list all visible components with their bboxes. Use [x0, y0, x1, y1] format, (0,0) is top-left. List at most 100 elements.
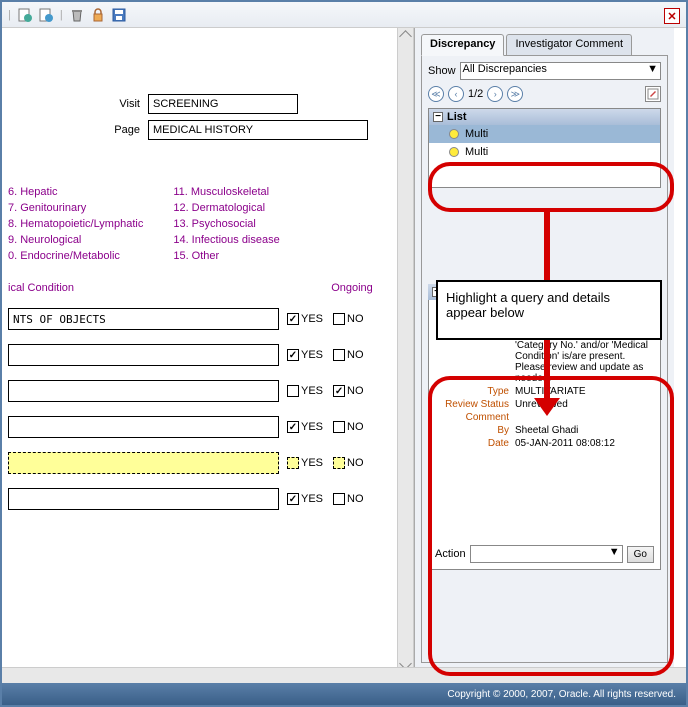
condition-item: 7. Genitourinary: [8, 202, 143, 214]
separator: |: [60, 9, 63, 21]
condition-item: 15. Other: [173, 250, 279, 262]
delete-icon[interactable]: [68, 6, 86, 24]
by-value: Sheetal Ghadi: [515, 425, 654, 436]
col-ongoing-header: Ongoing: [297, 282, 407, 294]
tab-discrepancy[interactable]: Discrepancy: [421, 34, 504, 56]
yes-checkbox[interactable]: [287, 349, 299, 361]
no-checkbox[interactable]: [333, 421, 345, 433]
no-label: NO: [347, 313, 364, 325]
yes-checkbox[interactable]: [287, 493, 299, 505]
visit-input[interactable]: [148, 94, 298, 114]
tab-body: Show All Discrepancies ▼ ≪ ‹ 1/2 › ≫ − L…: [421, 55, 668, 663]
tabs: Discrepancy Investigator Comment: [421, 34, 668, 56]
horizontal-scrollbar[interactable]: [2, 667, 686, 683]
comment-label: Comment: [435, 412, 509, 423]
first-icon[interactable]: ≪: [428, 86, 444, 102]
no-label: NO: [347, 493, 364, 505]
show-label: Show: [428, 65, 456, 77]
edit-icon[interactable]: [645, 86, 661, 102]
yes-checkbox[interactable]: [287, 421, 299, 433]
add-page-icon[interactable]: [16, 6, 34, 24]
visit-row: Visit: [8, 94, 407, 114]
list-item[interactable]: Multi: [429, 125, 660, 143]
condition-item: 12. Dermatological: [173, 202, 279, 214]
action-label: Action: [435, 548, 466, 560]
page-input[interactable]: [148, 120, 368, 140]
condition-input[interactable]: [8, 344, 279, 366]
yes-label: YES: [301, 421, 323, 433]
yes-checkbox[interactable]: [287, 385, 299, 397]
no-label: NO: [347, 457, 364, 469]
yes-checkbox[interactable]: [287, 313, 299, 325]
condition-input[interactable]: [8, 488, 279, 510]
table-row: YESNO: [8, 452, 407, 474]
toolbar: | |: [2, 2, 686, 28]
prev-icon[interactable]: ‹: [448, 86, 464, 102]
yes-no-group: YES NO: [287, 349, 407, 361]
next-icon[interactable]: ›: [487, 86, 503, 102]
annotation-text: Highlight a query and details appear bel…: [446, 290, 610, 320]
vertical-scrollbar[interactable]: [397, 28, 413, 672]
details-body: Related Values History Description'Ongoi…: [428, 300, 661, 570]
nav-row: ≪ ‹ 1/2 › ≫: [428, 86, 661, 102]
condition-item: 14. Infectious disease: [173, 234, 279, 246]
table-header: ical Condition Ongoing: [8, 282, 407, 294]
list-item[interactable]: Multi: [429, 143, 660, 161]
table-row: YESNO: [8, 380, 407, 402]
condition-list: 6. Hepatic 7. Genitourinary 8. Hematopoi…: [8, 186, 407, 262]
go-button[interactable]: Go: [627, 546, 654, 563]
save-icon[interactable]: [110, 6, 128, 24]
annotation-box: Highlight a query and details appear bel…: [436, 280, 662, 340]
action-select[interactable]: ▼: [470, 545, 623, 563]
yes-no-group: YES NO: [287, 493, 407, 505]
table-row: YES NO: [8, 416, 407, 438]
list-header-label: List: [447, 111, 467, 123]
collapse-icon[interactable]: −: [433, 112, 443, 122]
no-checkbox[interactable]: [333, 313, 345, 325]
close-icon[interactable]: ✕: [664, 8, 680, 24]
date-label: Date: [435, 438, 509, 449]
show-select-value: All Discrepancies: [463, 63, 547, 75]
condition-item: 9. Neurological: [8, 234, 143, 246]
separator: |: [8, 9, 11, 21]
no-checkbox[interactable]: [333, 493, 345, 505]
page-indicator: 1/2: [468, 88, 483, 100]
no-checkbox[interactable]: [333, 385, 345, 397]
list-box: − List Multi Multi: [428, 108, 661, 188]
no-checkbox[interactable]: [333, 349, 345, 361]
list-item-label: Multi: [465, 128, 488, 140]
comment-value: [515, 412, 654, 423]
type-label: Type: [435, 386, 509, 397]
action-row: Action ▼ Go: [435, 545, 654, 563]
yes-no-group: YESNO: [287, 457, 407, 469]
lock-icon[interactable]: [89, 6, 107, 24]
yes-no-group: YES NO: [287, 421, 407, 433]
no-label: NO: [347, 349, 364, 361]
yes-label: YES: [301, 349, 323, 361]
condition-input[interactable]: [8, 380, 279, 402]
show-select[interactable]: All Discrepancies ▼: [460, 62, 661, 80]
condition-input[interactable]: [8, 416, 279, 438]
condition-item: 6. Hepatic: [8, 186, 143, 198]
condition-item: 13. Psychosocial: [173, 218, 279, 230]
status-label: Review Status: [435, 399, 509, 410]
date-value: 05-JAN-2011 08:08:12: [515, 438, 654, 449]
yes-no-group: YESNO: [287, 385, 407, 397]
condition-input[interactable]: [8, 452, 279, 474]
condition-item: 0. Endocrine/Metabolic: [8, 250, 143, 262]
yes-checkbox[interactable]: [287, 457, 299, 469]
last-icon[interactable]: ≫: [507, 86, 523, 102]
yes-label: YES: [301, 493, 323, 505]
tab-investigator-comment[interactable]: Investigator Comment: [506, 34, 632, 56]
col-condition-header: ical Condition: [8, 282, 297, 294]
form-panel: Visit Page 6. Hepatic 7. Genitourinary 8…: [2, 28, 414, 672]
yes-label: YES: [301, 385, 323, 397]
no-label: NO: [347, 421, 364, 433]
yes-label: YES: [301, 313, 323, 325]
filter-row: Show All Discrepancies ▼: [428, 62, 661, 80]
condition-input[interactable]: [8, 308, 279, 330]
no-checkbox[interactable]: [333, 457, 345, 469]
visit-label: Visit: [8, 98, 148, 110]
schedule-icon[interactable]: [37, 6, 55, 24]
main-area: Visit Page 6. Hepatic 7. Genitourinary 8…: [2, 28, 686, 672]
